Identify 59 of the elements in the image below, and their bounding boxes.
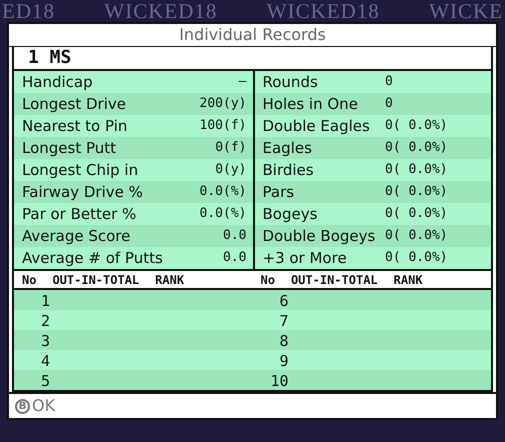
stat-label: Holes in One [262,94,359,115]
player-name: 1 MS [14,47,491,71]
ok-button[interactable]: OK [32,394,56,418]
column-header: RANK [394,272,423,289]
stat-label: Longest Drive [22,94,127,115]
stat-label: Pars [262,182,296,203]
round-number: 4 [40,351,50,372]
round-number: 1 [40,291,50,312]
round-number: 7 [278,311,288,332]
stat-label: Par or Better % [22,204,138,225]
stat-value: 0( 0.0%) [385,117,449,136]
column-header: No [22,272,36,289]
stat-label: Longest Chip in [22,160,140,181]
column-header: OUT-IN-TOTAL [52,272,140,289]
stat-value: — [238,73,246,92]
stat-value: 0 [385,73,394,92]
background-logo: WICKE [429,0,503,22]
column-header: No [260,272,275,289]
stat-label: Rounds [262,72,319,93]
stat-label: Eagles [262,138,313,159]
background-logo: ED18 [2,0,55,22]
stat-value: 0.0(%) [200,205,246,224]
round-number: 2 [40,311,50,332]
stat-value: 0(f) [215,139,246,158]
stat-value: 0( 0.0%) [385,161,449,180]
stat-label: Average Score [22,226,132,247]
stat-label: Birdies [262,160,315,181]
stat-label: Double Eagles [262,116,371,137]
stat-label: Longest Putt [22,138,118,159]
stat-label: Nearest to Pin [22,116,128,137]
b-button-icon: B [15,398,30,414]
stat-value: 0.0 [223,227,246,246]
stat-label: Handicap [22,72,94,93]
stat-value: 0( 0.0%) [385,249,449,268]
round-number: 8 [278,331,288,352]
stat-label: Fairway Drive % [22,182,144,203]
round-number: 5 [40,371,50,392]
stat-label: Average # of Putts [22,248,164,269]
column-header: OUT-IN-TOTAL [290,272,378,289]
stat-value: 0.0 [223,249,246,268]
stat-value: 0( 0.0%) [385,139,449,158]
stat-value: 100(f) [200,117,246,136]
column-header: RANK [155,272,184,289]
round-number: 3 [40,331,50,352]
round-number: 10 [269,371,288,392]
round-number: 9 [278,351,288,372]
background-logo: WICKED18 [266,0,380,22]
stat-label: +3 or More [262,248,348,269]
stat-value: 200(y) [200,95,246,114]
stat-value: 0( 0.0%) [385,227,449,246]
stat-value: 0.0(%) [200,183,246,202]
stat-value: 0 [385,95,394,114]
stat-value: 0( 0.0%) [385,183,449,202]
round-number: 6 [278,291,288,312]
stat-value: 0( 0.0%) [385,205,449,224]
stat-label: Double Bogeys [262,226,376,247]
stat-value: 0(y) [215,161,246,180]
background-logo: WICKED18 [104,0,218,22]
stat-label: Bogeys [262,204,318,225]
